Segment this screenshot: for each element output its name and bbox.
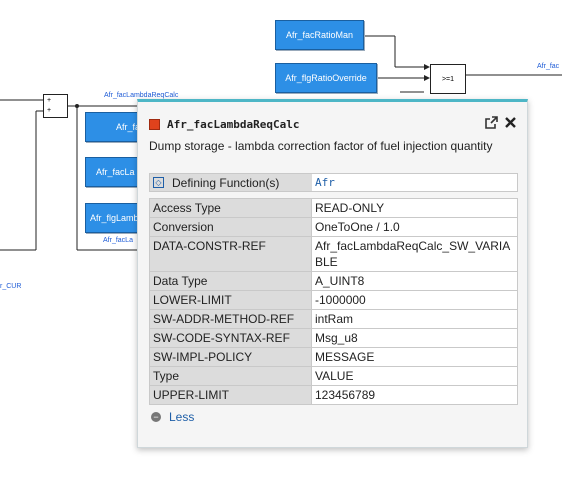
block-fac-ratio-man[interactable]: Afr_facRatioMan <box>275 20 364 50</box>
property-key: Type <box>149 366 312 386</box>
property-row: SW-CODE-SYNTAX-REF Msg_u8 <box>149 328 518 348</box>
property-value: intRam <box>311 309 518 329</box>
property-row: UPPER-LIMIT 123456789 <box>149 385 518 405</box>
block-flg-ratio-override[interactable]: Afr_flgRatioOverride <box>275 63 377 93</box>
defining-function-row: ◇ Defining Function(s) Afr <box>149 173 518 192</box>
property-value: READ-ONLY <box>311 198 518 218</box>
property-key: Access Type <box>149 198 312 218</box>
sum-block[interactable]: + + <box>43 94 68 118</box>
signal-info-popup: Afr_facLambdaReqCalc Dump storage - lamb… <box>137 99 528 448</box>
logic-or-gate[interactable]: >=1 <box>430 64 466 94</box>
signal-label-cur[interactable]: r_CUR <box>0 283 21 290</box>
defining-function-label: Defining Function(s) <box>172 175 280 190</box>
property-key: SW-ADDR-METHOD-REF <box>149 309 312 329</box>
property-row: Access Type READ-ONLY <box>149 198 518 218</box>
popup-title-text: Afr_facLambdaReqCalc <box>167 118 300 131</box>
less-toggle[interactable]: − Less <box>151 410 194 424</box>
property-key: LOWER-LIMIT <box>149 290 312 310</box>
popup-title: Afr_facLambdaReqCalc <box>149 118 299 131</box>
property-value: VALUE <box>311 366 518 386</box>
signal-label-right[interactable]: Afr_fac <box>537 63 559 70</box>
function-icon: ◇ <box>153 177 164 188</box>
property-key: SW-CODE-SYNTAX-REF <box>149 328 312 348</box>
gate-label: >=1 <box>441 75 455 83</box>
less-label: Less <box>169 410 195 424</box>
property-value: Afr_facLambdaReqCalc_SW_VARIABLE <box>311 236 518 272</box>
property-row: Data Type A_UINT8 <box>149 271 518 291</box>
defining-function-link[interactable]: Afr <box>312 174 517 191</box>
property-value: OneToOne / 1.0 <box>311 217 518 237</box>
property-key: SW-IMPL-POLICY <box>149 347 312 367</box>
property-row: DATA-CONSTR-REF Afr_facLambdaReqCalc_SW_V… <box>149 236 518 272</box>
property-row: SW-ADDR-METHOD-REF intRam <box>149 309 518 329</box>
property-row: Type VALUE <box>149 366 518 386</box>
signal-label-bottom[interactable]: Afr_facLa <box>103 237 133 244</box>
signal-label-lambda-req[interactable]: Afr_facLambdaReqCalc <box>104 92 178 99</box>
property-value: MESSAGE <box>311 347 518 367</box>
property-value: A_UINT8 <box>311 271 518 291</box>
sum-plus-1: + <box>47 97 52 104</box>
properties-table: Access Type READ-ONLY Conversion OneToOne /… <box>149 198 518 405</box>
open-external-icon[interactable] <box>485 116 498 134</box>
property-key: DATA-CONSTR-REF <box>149 236 312 272</box>
property-value: 123456789 <box>311 385 518 405</box>
close-icon[interactable] <box>504 116 517 134</box>
property-key: Conversion <box>149 217 312 237</box>
property-row: LOWER-LIMIT -1000000 <box>149 290 518 310</box>
property-row: SW-IMPL-POLICY MESSAGE <box>149 347 518 367</box>
popup-description: Dump storage - lambda correction factor … <box>149 139 493 153</box>
property-key: UPPER-LIMIT <box>149 385 312 405</box>
property-value: Msg_u8 <box>311 328 518 348</box>
property-row: Conversion OneToOne / 1.0 <box>149 217 518 237</box>
collapse-icon: − <box>151 412 161 422</box>
sum-plus-2: + <box>47 107 52 114</box>
signal-type-icon <box>149 119 160 130</box>
property-value: -1000000 <box>311 290 518 310</box>
property-key: Data Type <box>149 271 312 291</box>
